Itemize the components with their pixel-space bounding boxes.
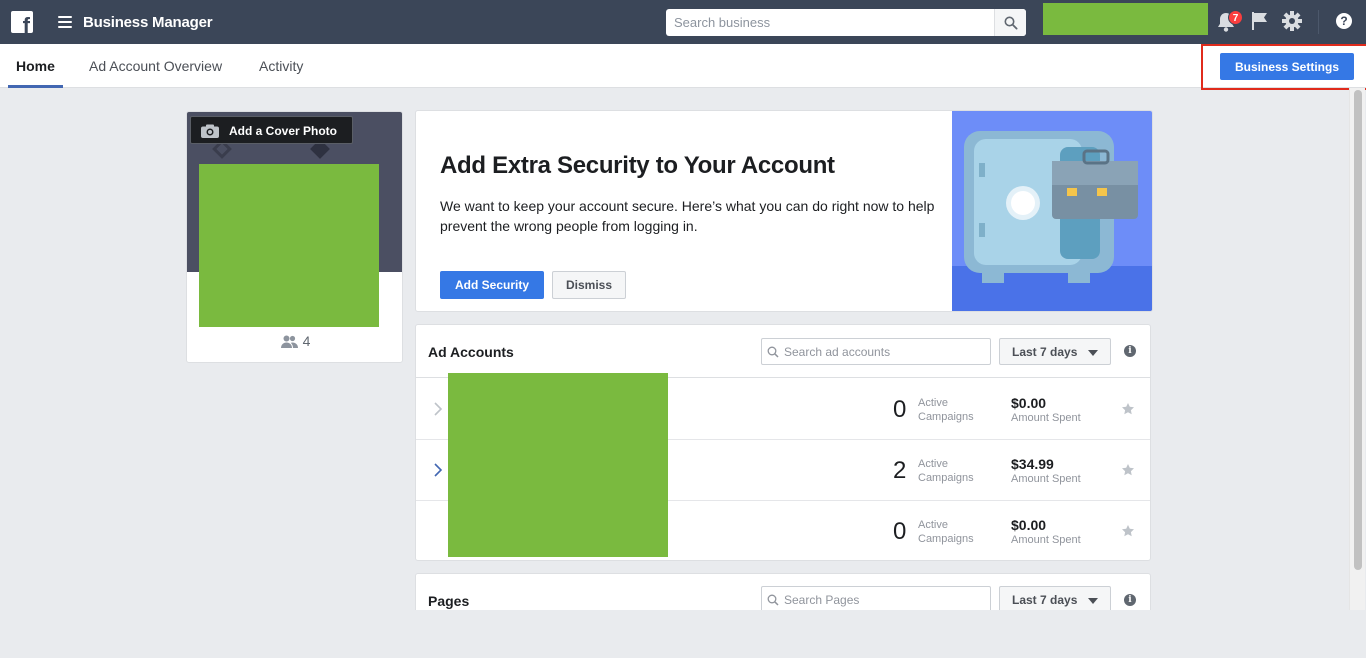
people-icon [280,335,298,348]
notification-badge: 7 [1228,10,1243,25]
account-switcher-redacted[interactable] [1043,3,1208,35]
active-campaigns-label: Active Campaigns [918,397,974,423]
active-campaigns-count: 0 [893,396,907,423]
help-icon[interactable]: ? [1336,13,1352,29]
business-search [666,9,1026,36]
hamburger-icon[interactable] [58,16,72,28]
search-icon [767,346,779,358]
date-range-label: Last 7 days [1012,592,1078,607]
camera-icon [201,124,219,138]
business-search-input[interactable] [666,9,994,36]
amount-spent-value: $0.00 [1011,395,1047,411]
member-count-value: 4 [302,333,311,349]
info-icon[interactable]: i [1124,594,1136,606]
add-security-button[interactable]: Add Security [440,271,544,299]
profile-photo-redacted[interactable] [199,164,379,327]
amount-spent-value: $0.00 [1011,517,1047,533]
facebook-logo-icon[interactable]: f [11,11,33,33]
member-count[interactable]: 4 [187,333,402,349]
ad-accounts-header: Ad Accounts Last 7 days i [416,325,1150,378]
search-icon [1004,16,1018,30]
page-scrollbar[interactable] [1349,88,1365,610]
security-description: We want to keep your account secure. Her… [440,198,935,234]
ad-account-names-redacted [448,373,668,557]
amount-spent-value: $34.99 [1011,456,1054,472]
sub-navigation: Home Ad Account Overview Activity Busine… [0,44,1366,88]
security-title: Add Extra Security to Your Account [440,152,835,179]
amount-spent-label: Amount Spent [1011,473,1081,485]
tab-home[interactable]: Home [8,44,63,88]
topbar-divider [1318,10,1319,34]
info-icon[interactable]: i [1124,345,1136,357]
business-profile-card: Add a Cover Photo 4 [186,111,403,363]
viewport-bottom [0,610,1366,658]
ad-accounts-search-input[interactable] [784,339,984,364]
add-cover-photo-button[interactable]: Add a Cover Photo [190,116,353,144]
business-search-button[interactable] [994,9,1026,36]
caret-down-icon [1088,350,1098,356]
ad-accounts-search [761,338,991,365]
search-icon [767,594,779,606]
active-campaigns-label: Active Campaigns [918,519,974,545]
pages-title: Pages [428,593,470,609]
star-icon[interactable] [1121,463,1135,477]
security-prompt-card: Add Extra Security to Your Account We wa… [415,110,1153,312]
app-title[interactable]: Business Manager [83,14,213,31]
gear-icon[interactable] [1281,10,1303,32]
star-icon[interactable] [1121,402,1135,416]
amount-spent-label: Amount Spent [1011,534,1081,546]
active-campaigns-count: 0 [893,518,907,545]
highlight-annotation-box [1201,44,1366,90]
active-campaigns-count: 2 [893,457,907,484]
tab-ad-account-overview[interactable]: Ad Account Overview [89,44,222,88]
safe-illustration [952,111,1152,311]
amount-spent-label: Amount Spent [1011,412,1081,424]
chevron-right-icon[interactable] [433,401,443,417]
pages-search [761,586,991,613]
active-campaigns-label: Active Campaigns [918,458,974,484]
star-icon[interactable] [1121,524,1135,538]
scroll-thumb[interactable] [1354,90,1362,570]
pages-date-dropdown[interactable]: Last 7 days [999,586,1111,613]
top-bar: f Business Manager 7 ? [0,0,1366,44]
safe-icon [952,131,1152,311]
ad-accounts-date-dropdown[interactable]: Last 7 days [999,338,1111,365]
ad-accounts-title: Ad Accounts [428,344,514,360]
date-range-label: Last 7 days [1012,344,1078,359]
flag-icon[interactable] [1251,11,1269,31]
tab-activity[interactable]: Activity [259,44,303,88]
dismiss-button[interactable]: Dismiss [552,271,626,299]
caret-down-icon [1088,598,1098,604]
chevron-right-icon[interactable] [433,462,443,478]
add-cover-photo-label: Add a Cover Photo [229,124,338,138]
pages-search-input[interactable] [784,587,984,612]
